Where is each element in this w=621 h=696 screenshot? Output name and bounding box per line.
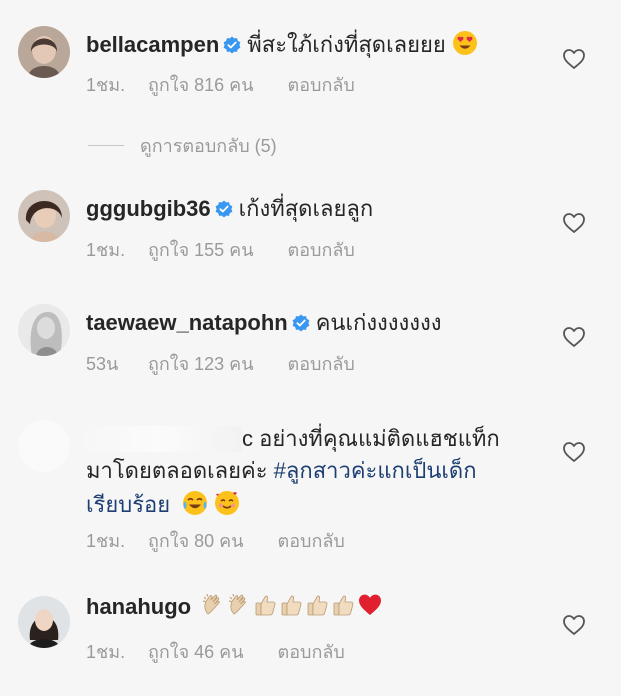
redacted-username	[74, 426, 242, 452]
like-heart-icon[interactable]	[562, 48, 586, 70]
like-count[interactable]: ถูกใจ 155 คน	[148, 235, 254, 264]
tears-of-joy-emoji-icon	[182, 490, 208, 524]
comment-time: 1ชม.	[86, 75, 126, 95]
heart-eyes-emoji-icon	[452, 30, 478, 64]
like-count[interactable]: ถูกใจ 46 คน	[148, 637, 244, 666]
like-count[interactable]: ถูกใจ 816 คน	[148, 70, 254, 99]
avatar[interactable]	[18, 26, 70, 78]
comment-time: 1ชม.	[86, 531, 126, 551]
comment-text-line-2: มาโดยตลอดเลยค่ะ	[86, 458, 274, 483]
username[interactable]: taewaew_natapohn	[86, 310, 288, 335]
comment-text: เก้งที่สุดเลยลูก	[238, 196, 374, 221]
red-heart-emoji-icon	[357, 592, 383, 626]
thumbs-up-emoji-icon	[253, 592, 279, 626]
verified-badge-icon	[292, 310, 310, 332]
comment-time: 53น	[86, 354, 119, 374]
thumbs-up-emoji-icon	[305, 592, 331, 626]
thumbs-up-emoji-icon	[331, 592, 357, 626]
reply-button[interactable]: ตอบกลับ	[278, 526, 345, 555]
like-count[interactable]: ถูกใจ 80 คน	[148, 526, 244, 555]
like-heart-icon[interactable]	[562, 326, 586, 348]
reply-button[interactable]: ตอบกลับ	[288, 349, 355, 378]
like-heart-icon[interactable]	[562, 212, 586, 234]
avatar[interactable]	[18, 596, 70, 648]
clapping-hands-emoji-icon	[227, 592, 253, 626]
view-replies-label[interactable]: ดูการตอบกลับ (5)	[140, 136, 277, 156]
comment-time: 1ชม.	[86, 642, 126, 662]
reply-button[interactable]: ตอบกลับ	[288, 70, 355, 99]
comment-text: คนเก่งงงงงงง	[315, 310, 442, 335]
avatar[interactable]	[18, 190, 70, 242]
avatar[interactable]	[18, 420, 70, 472]
comment-text: พี่สะใภ้เก่งที่สุดเลยยย	[247, 32, 446, 57]
smiling-face-with-hearts-emoji-icon	[214, 490, 240, 524]
username[interactable]: hanahugo	[86, 594, 191, 619]
view-replies-button[interactable]: ดูการตอบกลับ (5)	[88, 131, 277, 160]
username[interactable]: gggubgib36	[86, 196, 211, 221]
hashtag-link[interactable]: #ลูกสาวค่ะแกเป็นเด็ก	[274, 458, 477, 483]
like-heart-icon[interactable]	[562, 441, 586, 463]
hashtag-link-continued[interactable]: เรียบร้อย	[86, 492, 170, 517]
comment-text-line-1: c อย่างที่คุณแม่ติดแฮชแท็ก	[242, 426, 500, 451]
reply-button[interactable]: ตอบกลับ	[278, 637, 345, 666]
like-count[interactable]: ถูกใจ 123 คน	[148, 349, 254, 378]
thumbs-up-emoji-icon	[279, 592, 305, 626]
avatar[interactable]	[18, 304, 70, 356]
verified-badge-icon	[215, 196, 233, 218]
reply-button[interactable]: ตอบกลับ	[288, 235, 355, 264]
verified-badge-icon	[223, 32, 241, 54]
clapping-hands-emoji-icon	[201, 592, 227, 626]
divider	[88, 145, 124, 146]
like-heart-icon[interactable]	[562, 614, 586, 636]
comment-time: 1ชม.	[86, 240, 126, 260]
username[interactable]: bellacampen	[86, 32, 219, 57]
